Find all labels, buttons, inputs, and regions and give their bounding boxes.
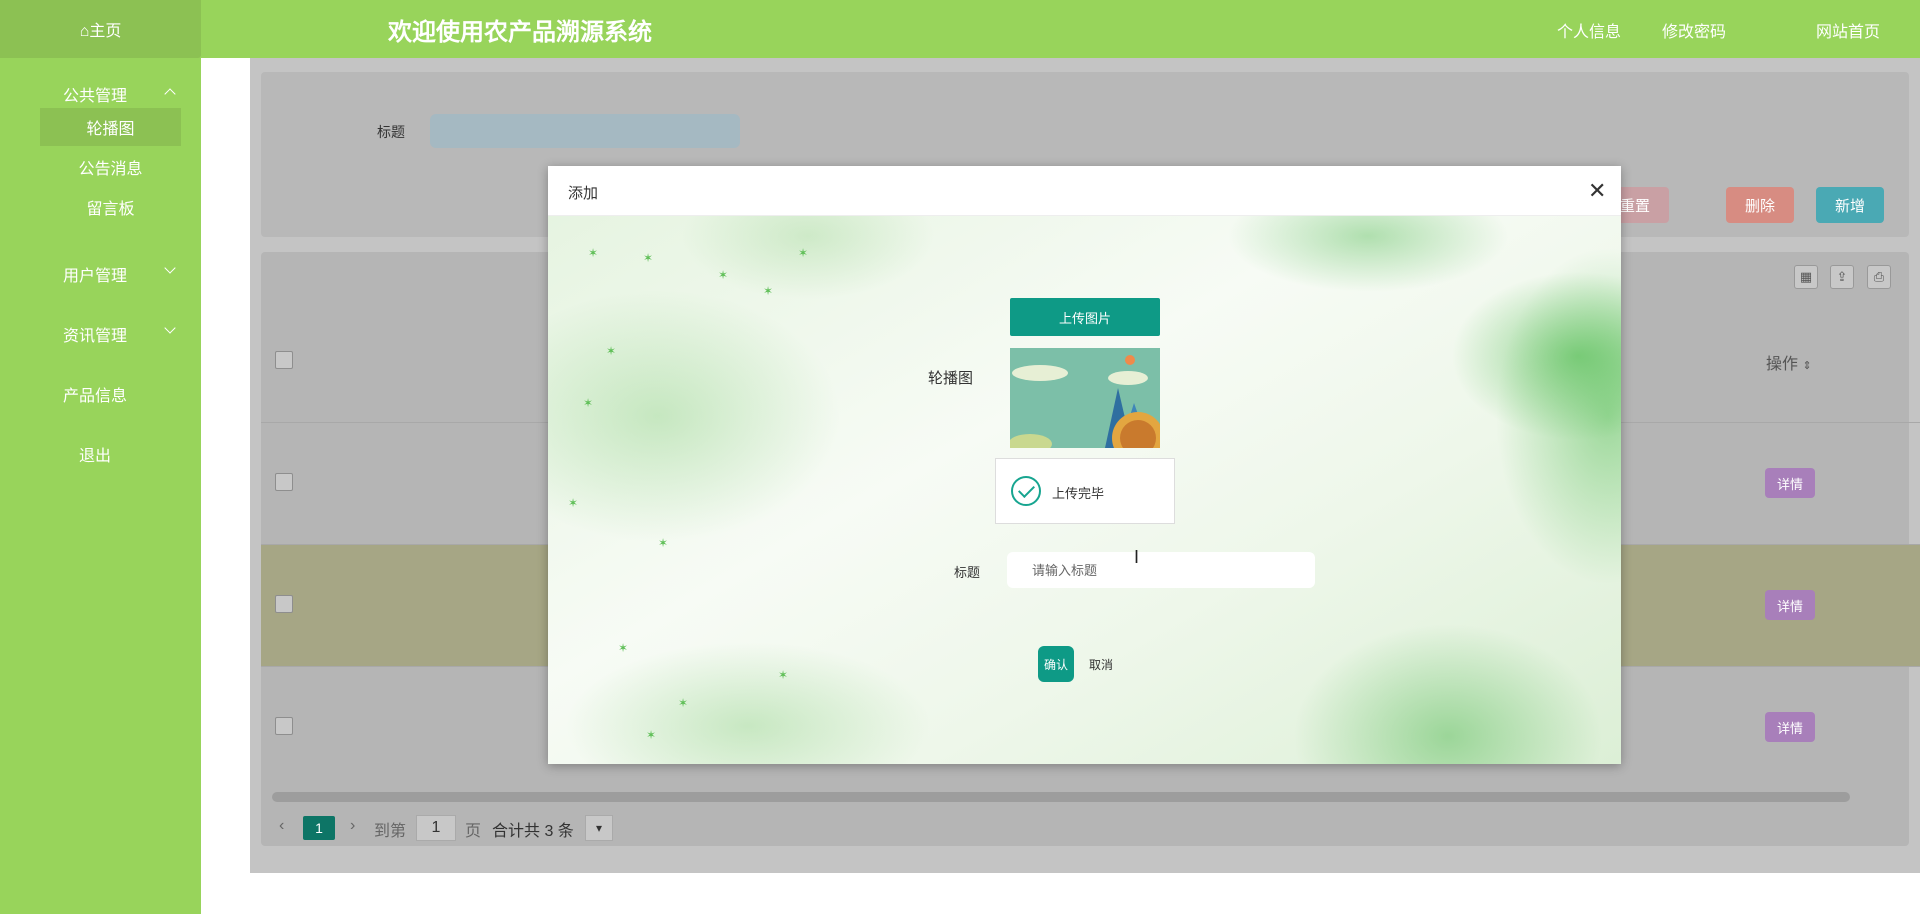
delete-button[interactable]: 删除 [1726,187,1794,223]
decor-star-icon: ✶ [778,668,789,682]
dialog-body: ✶ ✶ ✶ ✶ ✶ ✶ ✶ ✶ ✶ ✶ ✶ ✶ ✶ 上传图片 轮播图 上传完毕 … [548,216,1621,764]
close-icon[interactable]: ✕ [1588,178,1606,204]
title-input[interactable] [1007,552,1315,588]
sidebar-item-label: 退出 [79,448,112,465]
search-title-input[interactable] [430,114,740,148]
dialog-header: 添加 ✕ [548,166,1621,216]
sidebar-group-label: 公共管理 [63,88,128,105]
banner-preview-image [1010,348,1160,448]
row-checkbox[interactable] [275,473,293,491]
preview-illustration [1010,348,1160,448]
chevron-down-icon [164,262,176,274]
website-home-link[interactable]: 网站首页 [1816,18,1880,42]
add-button[interactable]: 新增 [1816,187,1884,223]
change-password-link[interactable]: 修改密码 [1662,18,1726,42]
detail-button[interactable]: 详情 [1765,712,1815,742]
page-size-dropdown[interactable]: ▾ [585,815,613,841]
sidebar-item-label: 产品信息 [63,388,128,405]
chevron-up-icon [164,88,176,100]
add-dialog: 添加 ✕ ✶ ✶ ✶ ✶ ✶ ✶ ✶ ✶ ✶ ✶ ✶ ✶ ✶ 上传图片 轮播图 [548,166,1621,764]
sidebar-item-banner[interactable]: 轮播图 [40,108,181,146]
decor-star-icon: ✶ [718,268,729,282]
decor-star-icon: ✶ [798,246,809,260]
upload-success-toast: 上传完毕 [995,458,1175,524]
check-circle-icon [1011,476,1041,506]
cancel-button[interactable]: 取消 [1080,646,1122,682]
site-title: 欢迎使用农产品溯源系统 [388,19,652,46]
sidebar-group-label: 用户管理 [63,268,128,285]
next-page-icon[interactable]: › [350,817,355,835]
sort-icon[interactable]: ⇕ [1802,360,1811,372]
detail-button[interactable]: 详情 [1765,468,1815,498]
total-count: 合计共 3 条 [492,823,574,840]
operation-header-label: 操作 [1766,356,1799,373]
decor-star-icon: ✶ [678,696,689,710]
search-title-label: 标题 [377,124,405,140]
row-checkbox[interactable] [275,595,293,613]
confirm-button[interactable]: 确认 [1038,646,1074,682]
goto-page-input[interactable]: 1 [416,815,456,841]
decor-star-icon: ✶ [568,496,579,510]
sidebar-item-notice[interactable]: 公告消息 [40,148,181,186]
goto-label: 到第 [374,823,407,840]
decor-star-icon: ✶ [588,246,599,260]
upload-image-button[interactable]: 上传图片 [1010,298,1160,336]
operation-column-header: 操作 ⇕ [1766,350,1812,374]
horizontal-scrollbar[interactable] [272,792,1850,802]
sidebar-item-message-board[interactable]: 留言板 [40,188,181,226]
select-all-checkbox[interactable] [275,351,293,369]
export-icon[interactable]: ⇪ [1830,265,1854,289]
toast-message: 上传完毕 [1052,486,1105,501]
top-header: ⌂主页 欢迎使用农产品溯源系统 个人信息 修改密码 网站首页 [0,0,1920,58]
current-page-number[interactable]: 1 [303,816,335,840]
decor-star-icon: ✶ [646,728,657,742]
profile-link[interactable]: 个人信息 [1557,18,1621,42]
page-unit-label: 页 [465,823,482,840]
decor-star-icon: ✶ [606,344,617,358]
print-icon[interactable]: ⎙ [1867,265,1891,289]
title-field-label: 标题 [954,565,981,580]
decor-star-icon: ✶ [658,536,669,550]
detail-button[interactable]: 详情 [1765,590,1815,620]
decor-star-icon: ✶ [643,251,654,265]
home-button[interactable]: ⌂主页 [0,0,201,58]
row-checkbox[interactable] [275,717,293,735]
decor-star-icon: ✶ [583,396,594,410]
sidebar-group-label: 资讯管理 [63,328,128,345]
decor-star-icon: ✶ [763,284,774,298]
banner-field-label: 轮播图 [928,370,974,387]
decor-star-icon: ✶ [618,641,629,655]
text-cursor-icon: I [1134,547,1140,567]
prev-page-icon[interactable]: ‹ [279,817,284,835]
chevron-down-icon [164,322,176,334]
dialog-title: 添加 [568,185,599,202]
sidebar: 公共管理 轮播图 公告消息 留言板 用户管理 资讯管理 产品信息 退出 [0,58,201,914]
columns-icon[interactable]: ▦ [1794,265,1818,289]
